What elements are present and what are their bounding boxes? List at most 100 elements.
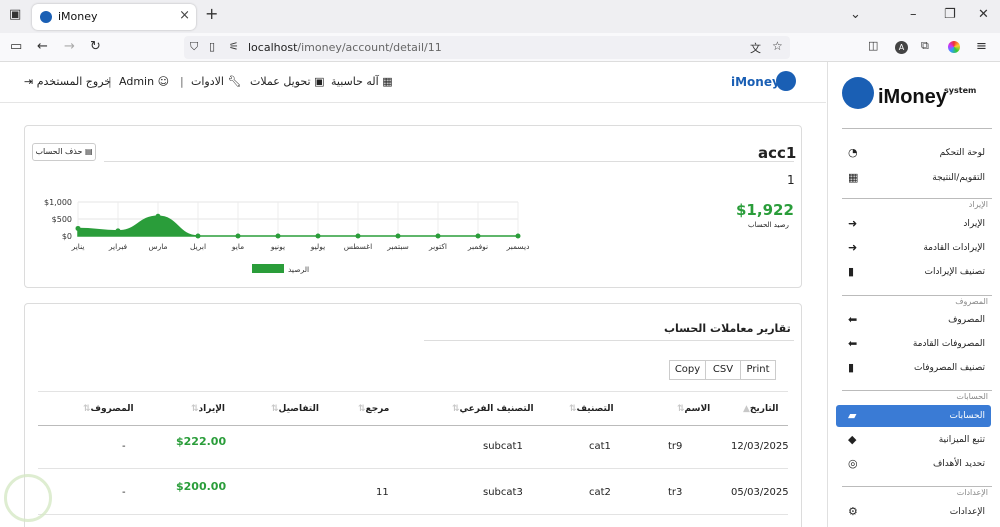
sidebar-section-label: الإيراد xyxy=(968,200,988,209)
shield-icon[interactable]: ⛉ xyxy=(190,40,198,54)
data-point xyxy=(475,233,481,239)
data-point xyxy=(395,233,401,239)
table-top-border xyxy=(38,391,788,392)
row-divider xyxy=(38,468,788,469)
sidebar-item-label: الإعدادات xyxy=(949,507,985,517)
print-button[interactable]: Print xyxy=(740,360,776,380)
csv-button[interactable]: CSV xyxy=(705,360,741,380)
imoney-logo-icon xyxy=(842,77,874,109)
imoney-favicon-icon xyxy=(40,11,52,23)
cell-subcategory: subcat3 xyxy=(483,487,523,498)
color-picker-icon[interactable] xyxy=(948,41,960,53)
sort-icon: ⇅ xyxy=(83,404,91,414)
copy-button[interactable]: Copy xyxy=(669,360,706,380)
brand-name[interactable]: iMoney xyxy=(731,75,780,89)
gear-icon: ⚙ xyxy=(848,505,858,518)
tab-close-icon[interactable]: × xyxy=(179,8,190,23)
data-point xyxy=(315,233,321,239)
x-tick-label: مارس xyxy=(148,242,167,251)
forward-icon[interactable]: → xyxy=(64,39,75,54)
nav-separator: | xyxy=(108,75,112,88)
back-icon[interactable]: ← xyxy=(37,39,48,54)
x-tick-label: يونيو xyxy=(270,242,285,251)
page-icon: ▯ xyxy=(209,40,216,53)
sidebar-item[interactable]: التقويم/النتيجة ▦ xyxy=(836,167,991,189)
menu-icon[interactable]: ≡ xyxy=(976,39,987,54)
cell-date: 05/03/2025 xyxy=(731,487,789,498)
sort-icon: ⇅ xyxy=(271,404,279,414)
logout-link[interactable]: ⇥ خروج المستخدم xyxy=(24,75,111,88)
sidebar-item[interactable]: تصنيف المصروفات ▮ xyxy=(836,357,991,379)
data-point xyxy=(355,233,361,239)
reload-icon[interactable]: ↻ xyxy=(90,39,101,54)
data-point xyxy=(195,233,201,239)
sidebar-divider xyxy=(842,198,992,199)
col-header-details[interactable]: التفاصيل⇅ xyxy=(268,404,319,414)
arrow-right-icon: ➜ xyxy=(848,217,858,230)
sort-icon: ⇅ xyxy=(191,404,199,414)
sidebar-item-label: تصنيف الإيرادات xyxy=(924,267,985,277)
translate-icon[interactable]: 文 xyxy=(750,40,761,56)
pocket-icon[interactable]: ◫ xyxy=(868,39,878,52)
permissions-icon[interactable]: ⚟ xyxy=(229,40,239,53)
maximize-icon[interactable]: ❐ xyxy=(944,7,956,22)
cell-income: $200.00 xyxy=(176,480,227,493)
x-tick-label: اغسطس xyxy=(344,242,372,251)
url-bar[interactable]: ⛉ ▯ ⚟ localhost/imoney/account/detail/11… xyxy=(184,36,790,59)
calendar-icon: ▦ xyxy=(848,171,859,184)
data-point xyxy=(75,225,81,231)
money-bill-icon: ▣ xyxy=(314,75,325,88)
browser-nav-bar: ▭ ← → ↻ ⛉ ▯ ⚟ localhost/imoney/account/d… xyxy=(0,33,1000,62)
sidebar-item[interactable]: الحسابات ▰ xyxy=(836,405,991,427)
cell-name: tr9 xyxy=(668,441,683,452)
col-header-name[interactable]: الاسم⇅ xyxy=(674,404,710,414)
sidebar-toggle-icon[interactable]: ▭ xyxy=(10,39,22,54)
account-number: 1 xyxy=(787,173,795,187)
y-tick-label: $500 xyxy=(52,215,72,224)
watermark-logo-icon xyxy=(4,474,52,522)
cell-category: cat2 xyxy=(589,487,611,498)
col-header-income[interactable]: الإيراد⇅ xyxy=(188,404,225,414)
account-avatar-icon[interactable]: A xyxy=(895,41,908,54)
close-window-icon[interactable]: ✕ xyxy=(978,7,989,22)
trash-icon: ▤ xyxy=(84,147,93,156)
bookmark-star-icon[interactable]: ☆ xyxy=(772,39,783,53)
new-tab-button[interactable]: + xyxy=(205,4,218,23)
life-ring-icon: ◎ xyxy=(848,457,858,470)
arrow-left-icon: ⬅ xyxy=(848,337,858,350)
minimize-icon[interactable]: – xyxy=(910,7,917,22)
browser-tab[interactable]: iMoney × xyxy=(32,4,196,30)
sidebar-item[interactable]: تتبع الميزانية ◆ xyxy=(836,429,991,451)
url-text[interactable]: localhost/imoney/account/detail/11 xyxy=(248,41,442,54)
sort-icon: ▲ xyxy=(743,404,750,414)
calculator-link[interactable]: آله حاسبية ▦ xyxy=(331,75,393,88)
sidebar-item[interactable]: الإيراد ➜ xyxy=(836,213,991,235)
sidebar-item[interactable]: تصنيف الإيرادات ▮ xyxy=(836,261,991,283)
tools-menu[interactable]: الادوات 🔧︎ xyxy=(191,75,241,88)
sidebar-item[interactable]: تحديد الأهداف ◎ xyxy=(836,453,991,475)
brand-logo-icon[interactable] xyxy=(776,71,796,91)
sidebar-item[interactable]: لوحة التحكم ◔ xyxy=(836,142,991,164)
x-tick-label: ابريل xyxy=(190,242,206,251)
user-menu[interactable]: Admin ☺ xyxy=(119,75,169,88)
legend-swatch xyxy=(252,264,284,273)
tab-list-chevron-icon[interactable]: ⌄ xyxy=(850,7,861,22)
tab-title: iMoney xyxy=(58,10,98,23)
tab-overview-icon[interactable]: ▣ xyxy=(9,7,21,22)
delete-account-button[interactable]: ▤ حذف الحساب xyxy=(32,143,96,161)
col-header-subcategory[interactable]: التصنيف الفرعي⇅ xyxy=(449,404,534,414)
sidebar-item[interactable]: الإيرادات القادمة ➜ xyxy=(836,237,991,259)
sort-icon: ⇅ xyxy=(569,404,577,414)
currency-converter-link[interactable]: تحويل عملات ▣ xyxy=(250,75,324,88)
sidebar-item-label: المصروف xyxy=(948,315,985,325)
col-header-category[interactable]: التصنيف⇅ xyxy=(566,404,614,414)
extensions-icon[interactable]: ⧉ xyxy=(921,39,929,53)
col-header-date[interactable]: التاريخ▲ xyxy=(740,404,779,414)
x-tick-label: فبراير xyxy=(108,242,128,251)
col-header-expense[interactable]: المصروف⇅ xyxy=(80,404,134,414)
sidebar-item[interactable]: المصروف ⬅ xyxy=(836,309,991,331)
sidebar-item[interactable]: الإعدادات ⚙ xyxy=(836,501,991,523)
sidebar-item[interactable]: المصروفات القادمة ⬅ xyxy=(836,333,991,355)
sidebar: iMoney system لوحة التحكم ◔ التقويم/النتيج… xyxy=(827,62,1000,527)
col-header-reference[interactable]: مرجع⇅ xyxy=(355,404,389,414)
